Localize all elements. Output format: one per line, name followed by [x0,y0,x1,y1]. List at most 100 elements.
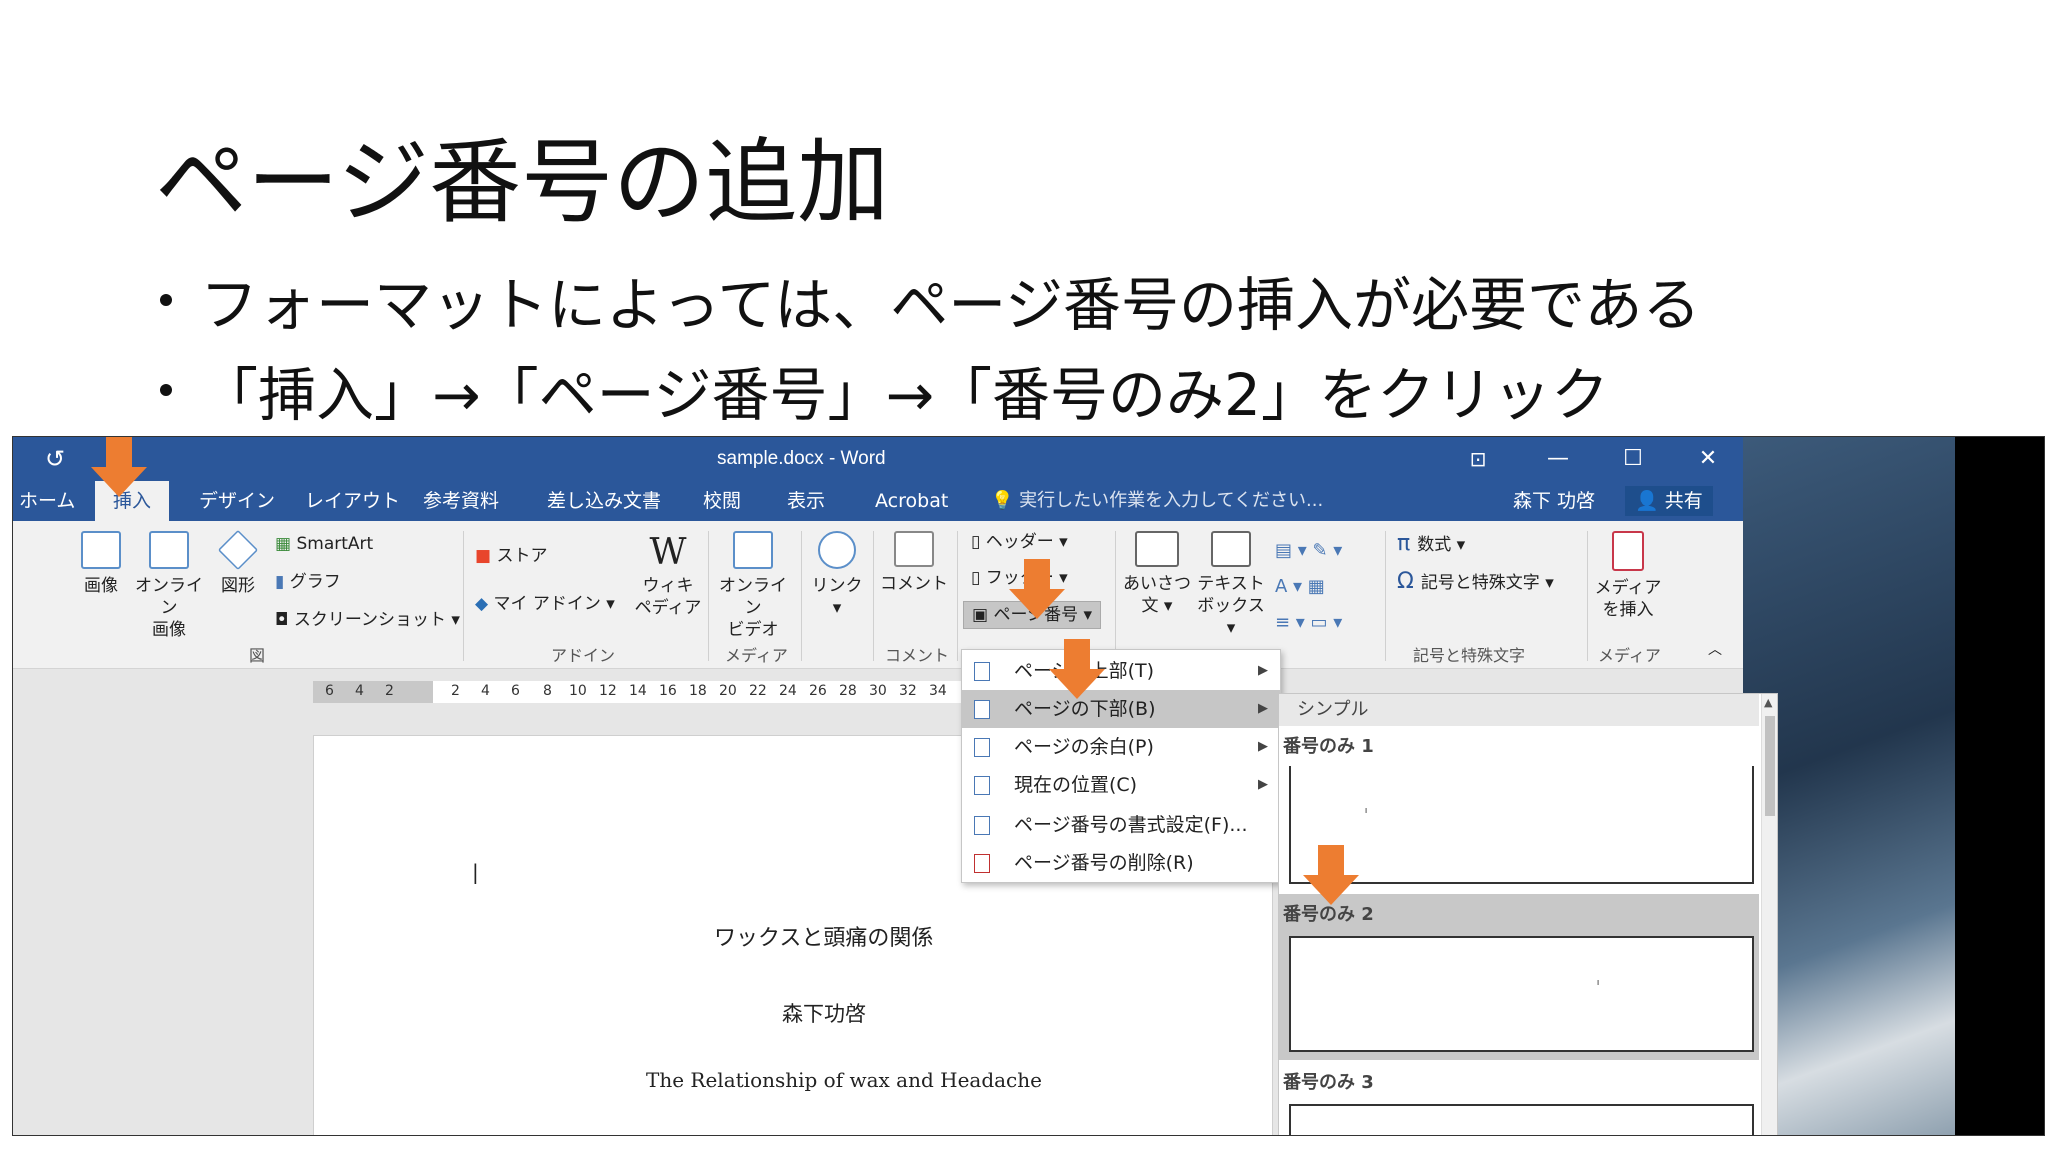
gallery-item-plain-number-2[interactable]: ˡ [1289,936,1754,1052]
ruler-number: 6 [511,683,520,699]
ruler-number: 4 [481,683,490,699]
wikipedia-button[interactable]: W ウィキ ペディア [633,531,703,619]
group-separator [801,531,802,661]
menu-label: ページの下部(B) [1014,698,1156,720]
tab-layout[interactable]: レイアウト [305,481,400,521]
tab-design[interactable]: デザイン [199,481,275,521]
gallery-item-plain-number-3[interactable] [1289,1104,1754,1135]
my-addins-button[interactable]: ◆ マイ アドイン ▾ [475,593,615,615]
group-media: メディア [725,646,788,665]
shapes-button[interactable]: 図形 [213,529,263,597]
smartart-label: SmartArt [296,534,374,554]
menu-item-top-of-page[interactable]: ページの上部(T) ▶ [962,652,1280,690]
smartart-icon: ▦ [275,534,297,554]
collapse-ribbon-icon[interactable]: ︿ [1708,639,1722,661]
online-pictures-button[interactable]: オンライン 画像 [129,531,209,641]
pictures-button[interactable]: 画像 [71,531,131,597]
submenu-arrow-icon: ▶ [1258,663,1268,678]
text-tools-icons[interactable]: ▤ ▾ ✎ ▾ A ▾ ▦ ≡ ▾ ▭ ▾ [1275,533,1342,641]
word-screenshot: ↺ sample.docx - Word ⊡ — ☐ ✕ ホーム 挿入 デザイン… [12,436,2045,1136]
equation-label: 数式 [1417,535,1452,555]
undo-icon[interactable]: ↺ [35,437,75,481]
gallery-heading: シンプル [1279,694,1759,726]
gallery-scrollbar[interactable]: ▲ [1761,694,1777,1135]
my-addins-label: マイ アドイン [493,594,601,614]
user-name[interactable]: 森下 功啓 [1513,481,1595,521]
pictures-label: 画像 [84,576,118,596]
comment-button[interactable]: コメント [879,531,949,595]
remove-icon [974,854,990,873]
comment-label: コメント [880,574,948,594]
menu-label: ページの余白(P) [1014,736,1154,758]
group-separator [957,531,958,661]
ruler-number: 24 [779,683,797,699]
text-cursor: | [472,860,479,884]
online-video-button[interactable]: オンライン ビデオ [713,531,793,641]
store-icon: ■ [475,546,497,566]
header-button[interactable]: ▯ ヘッダー ▾ [971,531,1068,553]
minimize-icon[interactable]: — [1538,437,1578,481]
share-button[interactable]: 👤 共有 [1625,486,1713,516]
textbox-icon [1211,531,1251,567]
chart-icon: ▮ [275,572,290,592]
tell-me-box[interactable]: 💡 実行したい作業を入力してください... [991,481,1323,521]
tab-mailings[interactable]: 差し込み文書 [547,481,661,521]
menu-item-bottom-of-page[interactable]: ページの下部(B) ▶ [962,690,1280,728]
group-separator [1587,531,1588,661]
smartart-button[interactable]: ▦ SmartArt [275,533,373,555]
equation-button[interactable]: π 数式 ▾ [1397,533,1465,556]
black-border [1955,437,2044,1135]
chart-button[interactable]: ▮ グラフ [275,571,341,593]
title-bar: ↺ sample.docx - Word ⊡ — ☐ ✕ [13,437,1743,481]
textbox-button[interactable]: テキスト ボックス ▾ [1193,531,1269,639]
menu-item-current-position[interactable]: 現在の位置(C) ▶ [962,766,1280,804]
header-label: ヘッダー [985,532,1054,552]
ruler-number: 8 [543,683,552,699]
gallery-item-label: 番号のみ 3 [1283,1072,1374,1093]
ruler-number: 4 [355,683,364,699]
number-marker: ˡ [1365,806,1367,820]
page-icon [974,700,990,719]
online-picture-icon [149,531,189,569]
tab-acrobat[interactable]: Acrobat [875,481,948,521]
close-icon[interactable]: ✕ [1688,437,1728,481]
doc-author: 森下功啓 [782,1002,866,1026]
greeting-icon [1135,531,1179,567]
textbox-label: テキスト ボックス [1197,574,1265,616]
ruler-number: 32 [899,683,917,699]
doc-title-jp: ワックスと頭痛の関係 [714,926,934,951]
page-icon [974,776,990,795]
symbols-label: 記号と特殊文字 [1420,573,1540,593]
annotation-arrow-page-number [1009,559,1065,619]
maximize-icon[interactable]: ☐ [1613,437,1653,481]
insert-media-button[interactable]: メディア を挿入 [1593,531,1663,621]
tab-references[interactable]: 参考資料 [423,481,499,521]
link-button[interactable]: リンク ▾ [809,531,865,619]
bullet-dot [160,384,172,396]
greeting-button[interactable]: あいさつ 文 ▾ [1119,531,1195,617]
symbols-button[interactable]: Ω 記号と特殊文字 ▾ [1397,571,1554,594]
ruler-number: 14 [629,683,647,699]
scroll-up-icon[interactable]: ▲ [1764,696,1772,709]
ruler-number: 12 [599,683,617,699]
page-number-menu: ページの上部(T) ▶ ページの下部(B) ▶ ページの余白(P) ▶ 現在の位置(C… [961,649,1281,883]
tab-view[interactable]: 表示 [787,481,825,521]
chart-label: グラフ [289,572,341,592]
menu-item-page-margins[interactable]: ページの余白(P) ▶ [962,728,1280,766]
media-icon [1612,531,1644,571]
link-label: リンク [811,576,863,596]
ruler-number: 6 [325,683,334,699]
scroll-thumb[interactable] [1765,716,1775,816]
submenu-arrow-icon: ▶ [1258,739,1268,754]
ribbon-display-icon[interactable]: ⊡ [1458,437,1498,481]
tab-home[interactable]: ホーム [19,481,75,521]
tab-review[interactable]: 校閲 [703,481,741,521]
menu-item-remove-page-numbers[interactable]: ページ番号の削除(R) [962,844,1280,882]
wikipedia-label: ウィキ ペディア [634,576,702,618]
screenshot-button[interactable]: ◘ スクリーンショット ▾ [275,609,460,631]
ruler-number: 18 [689,683,707,699]
ruler-number: 22 [749,683,767,699]
menu-item-format-page-numbers[interactable]: ページ番号の書式設定(F)... [962,806,1280,844]
store-button[interactable]: ■ ストア [475,545,547,567]
annotation-arrow-plain-number-2 [1303,845,1359,905]
